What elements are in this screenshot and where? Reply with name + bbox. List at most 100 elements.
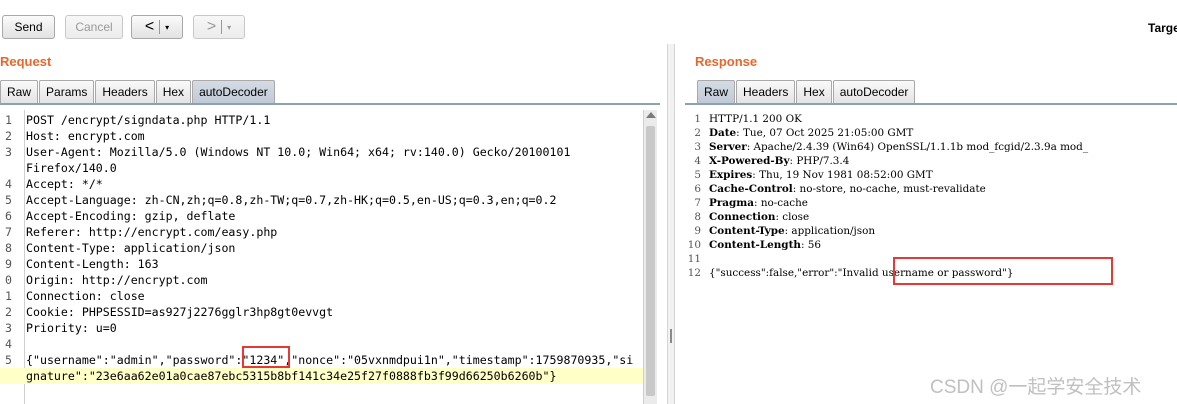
line-number: 9 — [5, 257, 12, 271]
header-value: : Tue, 07 Oct 2025 21:05:00 GMT — [736, 127, 914, 139]
line-number: 0 — [5, 273, 12, 287]
header-name: Pragma — [709, 197, 755, 209]
watermark: CSDN @一起学安全技术 — [930, 377, 1142, 398]
line-number: 12 — [687, 267, 701, 279]
back-button[interactable]: < ▾ — [131, 15, 183, 39]
header-value: : application/json — [784, 225, 876, 237]
tab-raw[interactable]: Raw — [0, 80, 39, 103]
response-tabs: Raw Headers Hex autoDecoder — [697, 80, 916, 104]
response-line-text: Content-Type: application/json — [709, 224, 875, 238]
password-highlight-box — [242, 346, 290, 368]
response-line-text: Server: Apache/2.4.39 (Win64) OpenSSL/1.… — [709, 140, 1088, 154]
request-line: 3 Priority: u=0 — [0, 320, 643, 336]
line-number: 8 — [5, 241, 12, 255]
line-number: 9 — [694, 225, 701, 237]
back-dropdown-icon[interactable]: ▾ — [165, 23, 169, 32]
response-line: 4 X-Powered-By: PHP/7.3.4 — [687, 154, 1177, 168]
request-line: 6 Accept-Encoding: gzip, deflate — [0, 208, 643, 224]
scroll-thumb[interactable] — [646, 126, 655, 396]
response-line: 6 Cache-Control: no-store, no-cache, must… — [687, 182, 1177, 196]
response-editor[interactable]: 1 HTTP/1.1 200 OK 2 Date: Tue, 07 Oct 2025 … — [687, 110, 1177, 404]
request-line-text: Cookie: PHPSESSID=as927j2276gglr3hp8gt0e… — [26, 305, 334, 319]
response-line: 2 Date: Tue, 07 Oct 2025 21:05:00 GMT — [687, 126, 1177, 140]
header-name: Content-Type — [709, 225, 785, 237]
response-line: 8 Connection: close — [687, 210, 1177, 224]
cancel-button[interactable]: Cancel — [65, 15, 123, 39]
request-line: 5 {"username":"admin","password":"1234","… — [0, 352, 643, 368]
line-number: 2 — [694, 127, 701, 139]
request-line: 2 Host: encrypt.com — [0, 128, 643, 144]
divider — [159, 20, 161, 34]
request-line: 4 Accept: */* — [0, 176, 643, 192]
request-line-text: Content-Length: 163 — [26, 257, 159, 271]
forward-dropdown-icon[interactable]: ▾ — [227, 23, 231, 32]
header-name: Date — [709, 127, 737, 139]
line-number: 3 — [694, 141, 701, 153]
response-line-text: Expires: Thu, 19 Nov 1981 08:52:00 GMT — [709, 168, 933, 182]
tab-underline — [685, 103, 1177, 105]
header-name: Connection — [709, 211, 776, 223]
tab-autodecoder[interactable]: autoDecoder — [832, 80, 916, 103]
header-name: Server — [709, 141, 747, 153]
line-number: 7 — [5, 225, 12, 239]
header-name: Expires — [709, 169, 753, 181]
request-title: Request — [0, 54, 52, 69]
tab-headers[interactable]: Headers — [95, 80, 155, 103]
line-number: 8 — [694, 211, 701, 223]
request-line-text: POST /encrypt/signdata.php HTTP/1.1 — [26, 113, 271, 127]
splitter-grip-icon[interactable] — [670, 329, 672, 343]
header-name: X-Powered-By — [709, 155, 790, 167]
tab-hex[interactable]: Hex — [796, 80, 832, 103]
line-number: 6 — [5, 209, 12, 223]
response-line-text: Pragma: no-cache — [709, 196, 808, 210]
header-value: : 56 — [800, 239, 821, 251]
request-line-text: Priority: u=0 — [26, 321, 117, 335]
request-line: 1 Connection: close — [0, 288, 643, 304]
line-number: 4 — [694, 155, 701, 167]
header-name: Content-Length — [709, 239, 801, 251]
line-number: 1 — [694, 113, 701, 125]
tab-params[interactable]: Params — [39, 80, 95, 103]
request-scrollbar[interactable] — [643, 110, 657, 404]
tab-raw[interactable]: Raw — [697, 80, 736, 103]
line-number: 3 — [5, 321, 12, 335]
response-line-text: X-Powered-By: PHP/7.3.4 — [709, 154, 849, 168]
tab-autodecoder[interactable]: autoDecoder — [192, 80, 275, 103]
tab-hex[interactable]: Hex — [155, 80, 192, 103]
request-line: 9 Content-Length: 163 — [0, 256, 643, 272]
header-value: : Thu, 19 Nov 1981 08:52:00 GMT — [752, 169, 933, 181]
response-line: 10 Content-Length: 56 — [687, 238, 1177, 252]
request-line: gnature":"23e6aa62e01a0cae87ebc5315b8bf1… — [0, 368, 643, 384]
request-line: 2 Cookie: PHPSESSID=as927j2276gglr3hp8gt0… — [0, 304, 643, 320]
line-number: 1 — [5, 113, 12, 127]
forward-button[interactable]: > ▾ — [193, 15, 245, 39]
request-line-text: Content-Type: application/json — [26, 241, 236, 255]
scroll-up-icon[interactable] — [646, 112, 656, 118]
line-number: 2 — [5, 305, 12, 319]
request-line: 4 — [0, 336, 643, 352]
tab-underline — [0, 103, 660, 105]
request-editor[interactable]: 1 POST /encrypt/signdata.php HTTP/1.1 2 Hos… — [0, 110, 643, 404]
request-line-text: Accept: */* — [26, 177, 103, 191]
target-label: Targe — [1148, 21, 1177, 35]
response-line-text: Date: Tue, 07 Oct 2025 21:05:00 GMT — [709, 126, 913, 140]
request-line-text: User-Agent: Mozilla/5.0 (Windows NT 10.0… — [26, 145, 571, 159]
line-number: 3 — [5, 145, 12, 159]
line-number: 4 — [5, 177, 12, 191]
response-line: 3 Server: Apache/2.4.39 (Win64) OpenSSL/1… — [687, 140, 1177, 154]
pane-splitter[interactable] — [667, 44, 675, 404]
line-number: 5 — [5, 193, 12, 207]
request-line-text: {"username":"admin","password":"1234","n… — [26, 353, 634, 367]
header-value: : PHP/7.3.4 — [789, 155, 850, 167]
header-name: Cache-Control — [709, 183, 793, 195]
request-line: Firefox/140.0 — [0, 160, 643, 176]
header-value: : Apache/2.4.39 (Win64) OpenSSL/1.1.1b m… — [746, 141, 1089, 153]
error-highlight-box — [893, 257, 1113, 285]
request-line: 3 User-Agent: Mozilla/5.0 (Windows NT 10.… — [0, 144, 643, 160]
line-number: 1 — [5, 289, 12, 303]
tab-headers[interactable]: Headers — [736, 80, 796, 103]
toolbar: Send Cancel < ▾ > ▾ Targe — [0, 0, 1177, 44]
send-button[interactable]: Send — [2, 15, 55, 39]
response-line: 7 Pragma: no-cache — [687, 196, 1177, 210]
request-line: 8 Content-Type: application/json — [0, 240, 643, 256]
